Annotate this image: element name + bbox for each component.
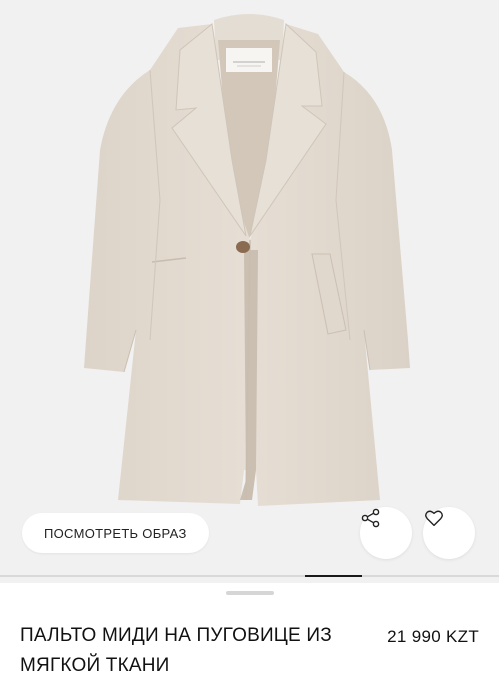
sheet-drag-handle[interactable] <box>226 591 274 595</box>
view-look-label: ПОСМОТРЕТЬ ОБРАЗ <box>44 525 187 541</box>
share-button[interactable] <box>360 507 412 559</box>
product-info-sheet: ПАЛЬТО МИДИ НА ПУГОВИЦЕ ИЗ МЯГКОЙ ТКАНИ … <box>0 583 499 699</box>
product-image[interactable]: ПОСМОТРЕТЬ ОБРАЗ <box>0 0 499 583</box>
favorite-button[interactable] <box>423 507 475 559</box>
product-price: 21 990 KZT <box>387 627 479 646</box>
heart-icon <box>425 510 443 527</box>
progress-thumb[interactable] <box>305 575 362 577</box>
brand-label <box>226 48 272 72</box>
image-carousel-progress <box>0 575 499 577</box>
progress-track <box>0 575 499 577</box>
coat-illustration <box>84 14 410 506</box>
product-title: ПАЛЬТО МИДИ НА ПУГОВИЦЕ ИЗ МЯГКОЙ ТКАНИ <box>20 625 332 676</box>
share-icon <box>361 508 380 528</box>
coat-button <box>236 241 250 253</box>
view-look-button[interactable]: ПОСМОТРЕТЬ ОБРАЗ <box>22 513 209 553</box>
